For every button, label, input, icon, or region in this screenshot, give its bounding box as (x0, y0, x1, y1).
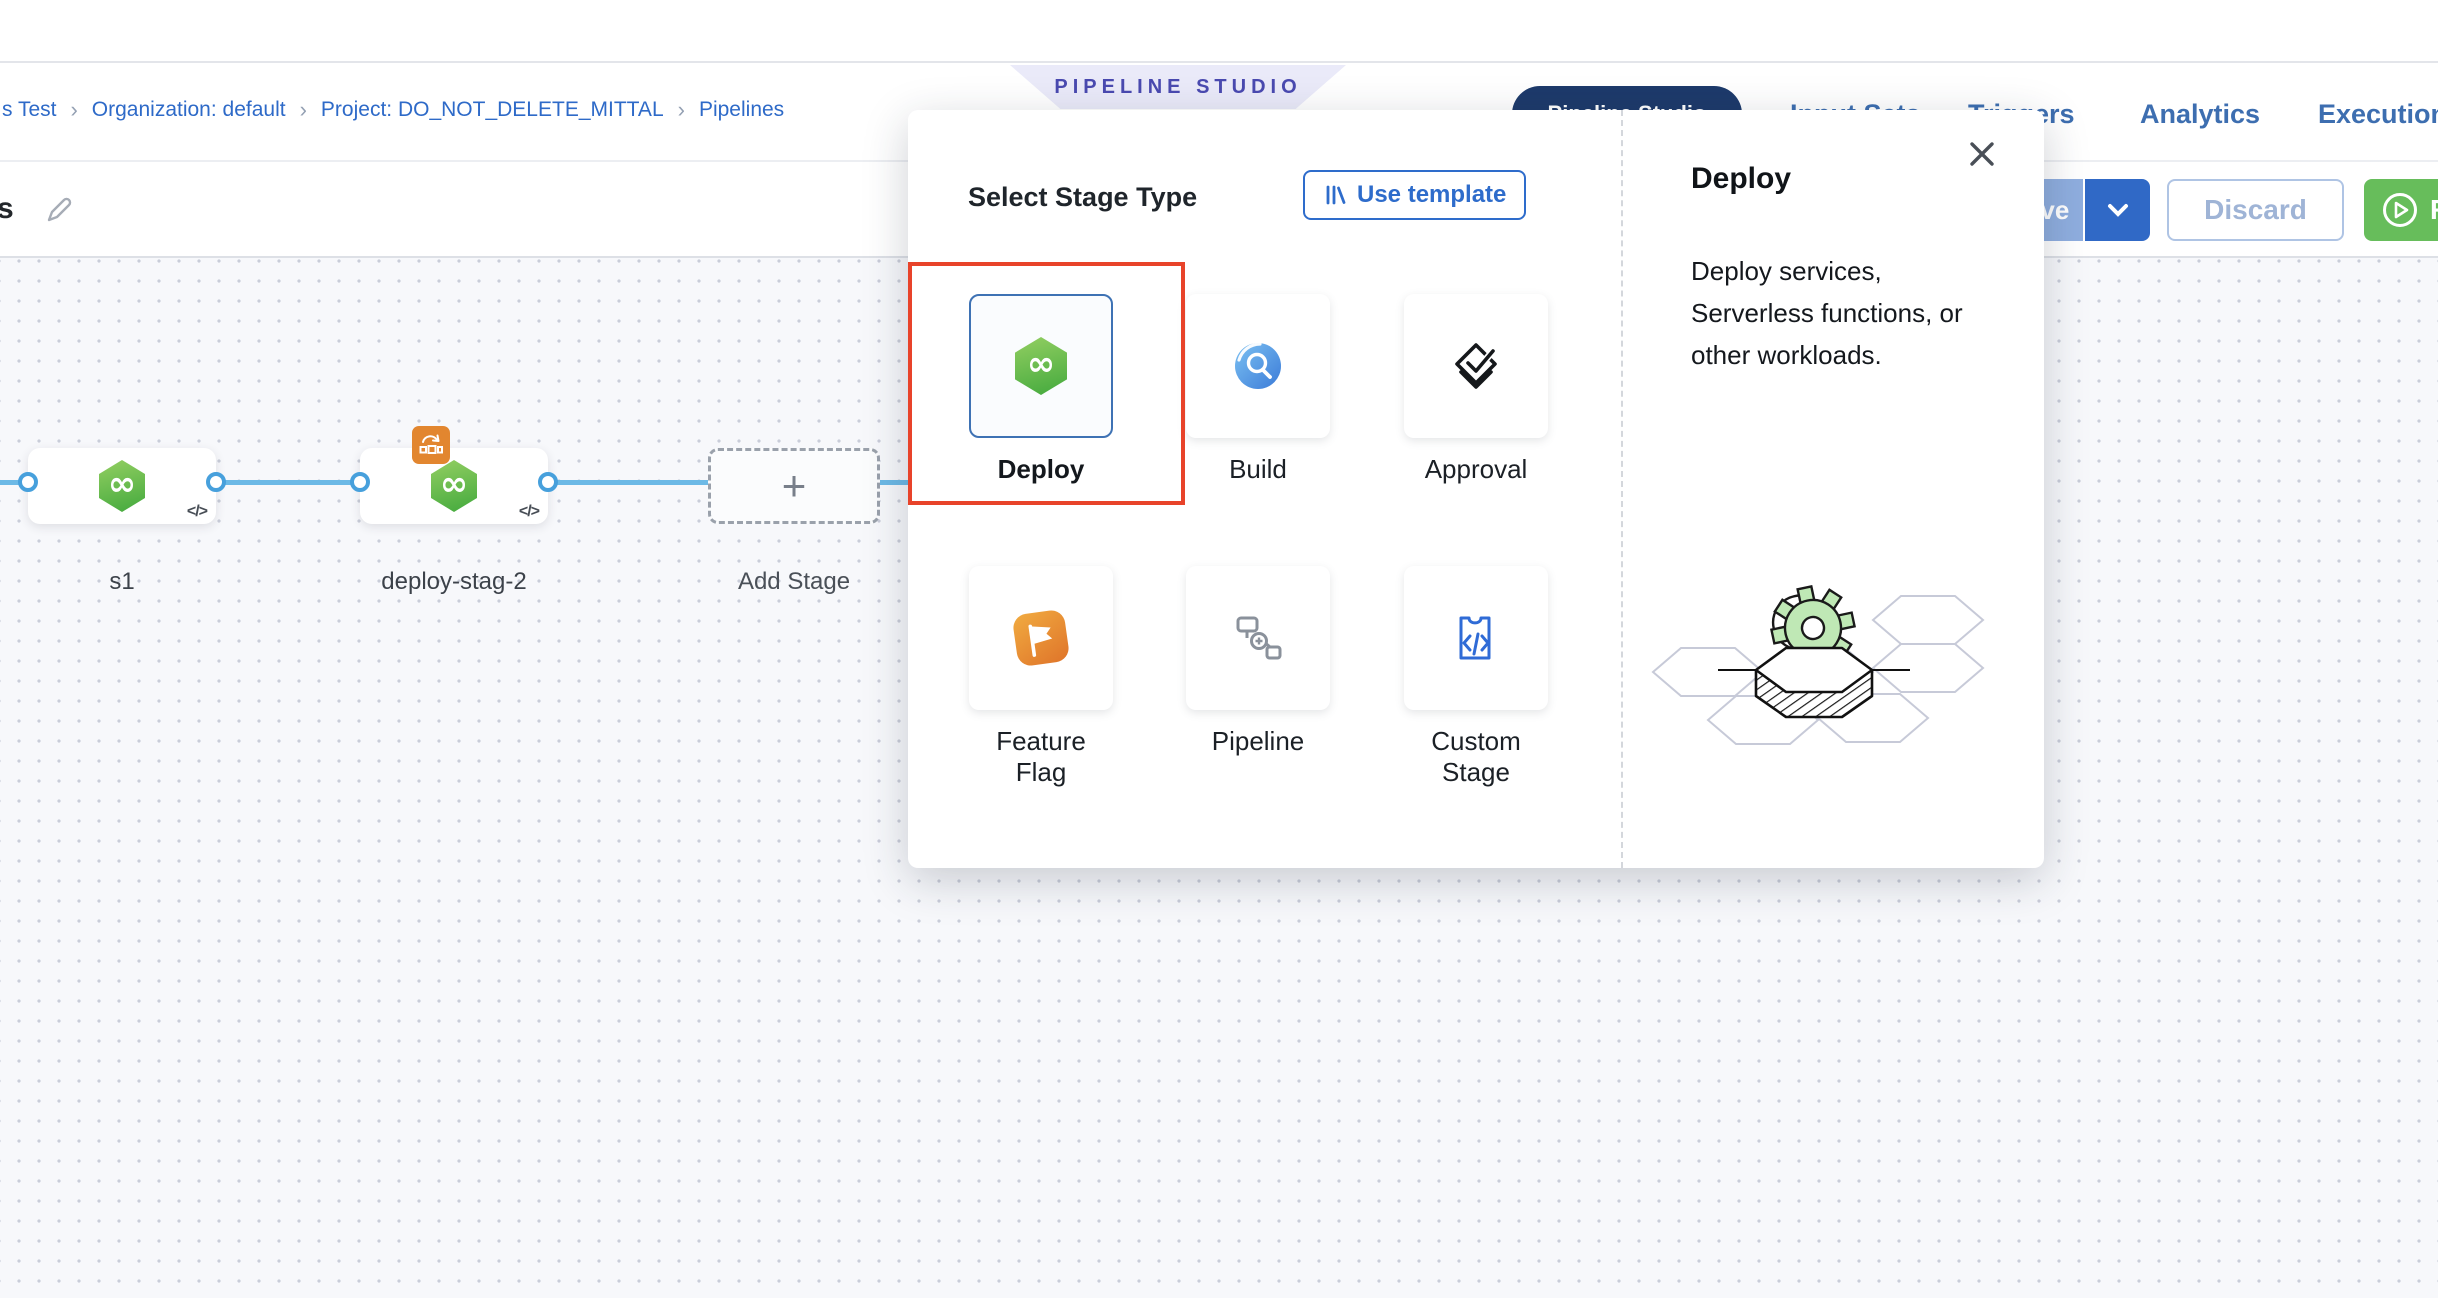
breadcrumb-pipelines[interactable]: Pipelines (699, 98, 784, 122)
run-button-label: Run (2430, 194, 2438, 226)
chevron-down-icon (2107, 203, 2129, 217)
modal-title: Select Stage Type (968, 182, 1197, 213)
rolling-deployment-icon (412, 426, 450, 464)
connector-dot[interactable] (206, 472, 226, 492)
stage-label-s1[interactable]: s1 (22, 568, 222, 596)
edit-pencil-icon[interactable] (42, 194, 74, 231)
stage-info-description: Deploy services, Serverless functions, o… (1691, 250, 1983, 376)
approval-diamond-check-icon (1448, 338, 1504, 394)
code-view-icon[interactable]: </> (187, 503, 207, 521)
tile-label-deploy: Deploy (969, 454, 1113, 485)
tab-analytics[interactable]: Analytics (2140, 99, 2260, 130)
pipeline-studio-page: PIPELINE STUDIO s Test › Organization: d… (0, 0, 2438, 1298)
connector-dot[interactable] (538, 472, 558, 492)
use-template-button[interactable]: Use template (1303, 170, 1526, 220)
stage-node-deploy-stag-2[interactable]: ∞ </> (360, 448, 548, 524)
breadcrumb-separator: › (70, 97, 77, 123)
code-view-icon[interactable]: </> (519, 503, 539, 521)
tab-execution-history[interactable]: Execution History (2318, 99, 2438, 130)
tile-label-approval: Approval (1404, 454, 1548, 485)
breadcrumb: s Test › Organization: default › Project… (2, 97, 784, 123)
plus-icon: + (782, 462, 807, 510)
stage-tile-deploy[interactable]: ∞ (969, 294, 1113, 438)
infinity-glyph: ∞ (1027, 347, 1055, 381)
infinity-glyph: ∞ (108, 467, 136, 501)
ci-sphere-icon (1231, 339, 1285, 393)
tile-label-pipeline: Pipeline (1186, 726, 1330, 757)
play-circle-icon (2380, 190, 2420, 230)
breadcrumb-organization[interactable]: Organization: default (92, 98, 286, 122)
tile-label-custom: Custom Stage (1404, 726, 1548, 788)
breadcrumb-project[interactable]: Project: DO_NOT_DELETE_MITTAL (321, 98, 664, 122)
select-stage-type-modal: Select Stage Type Use template ∞ (908, 110, 2044, 868)
breadcrumb-separator: › (678, 97, 685, 123)
tile-label-build: Build (1186, 454, 1330, 485)
cd-hexagon-icon: ∞ (431, 460, 477, 512)
connector-dot[interactable] (350, 472, 370, 492)
use-template-label: Use template (1357, 181, 1506, 209)
breadcrumb-account[interactable]: s Test (2, 98, 56, 122)
save-options-chevron-button[interactable] (2085, 179, 2150, 241)
pipeline-chain-icon (1230, 610, 1286, 666)
stage-tile-approval[interactable] (1404, 294, 1548, 438)
stage-tile-custom[interactable] (1404, 566, 1548, 710)
stage-label-deploy-stag-2[interactable]: deploy-stag-2 (348, 568, 560, 596)
feature-flag-icon (1012, 609, 1071, 668)
pipeline-studio-badge: PIPELINE STUDIO (1010, 65, 1346, 109)
stage-type-grid-section: Select Stage Type Use template ∞ (908, 110, 1623, 868)
custom-stage-icon (1448, 610, 1504, 666)
stage-tile-build[interactable] (1186, 294, 1330, 438)
add-stage-button[interactable]: + (708, 448, 880, 524)
breadcrumb-separator: › (300, 97, 307, 123)
discard-button[interactable]: Discard (2167, 179, 2344, 241)
stage-node-s1[interactable]: ∞ </> (28, 448, 216, 524)
run-button[interactable]: Run (2364, 179, 2438, 241)
stage-tile-pipeline[interactable] (1186, 566, 1330, 710)
close-icon[interactable] (1966, 138, 1998, 170)
cd-hexagon-icon: ∞ (1015, 337, 1067, 395)
stage-tile-feature-flag[interactable] (969, 566, 1113, 710)
tile-label-feature-flag: Feature Flag (969, 726, 1113, 788)
top-header-bar (0, 0, 2438, 63)
infinity-glyph: ∞ (440, 467, 468, 501)
deploy-illustration (1648, 560, 1988, 775)
cd-hexagon-icon: ∞ (99, 460, 145, 512)
connector-dot[interactable] (18, 472, 38, 492)
pipeline-name: s (0, 192, 14, 226)
template-library-icon (1323, 183, 1347, 207)
add-stage-label[interactable]: Add Stage (694, 568, 894, 596)
stage-info-title: Deploy (1691, 162, 1791, 196)
